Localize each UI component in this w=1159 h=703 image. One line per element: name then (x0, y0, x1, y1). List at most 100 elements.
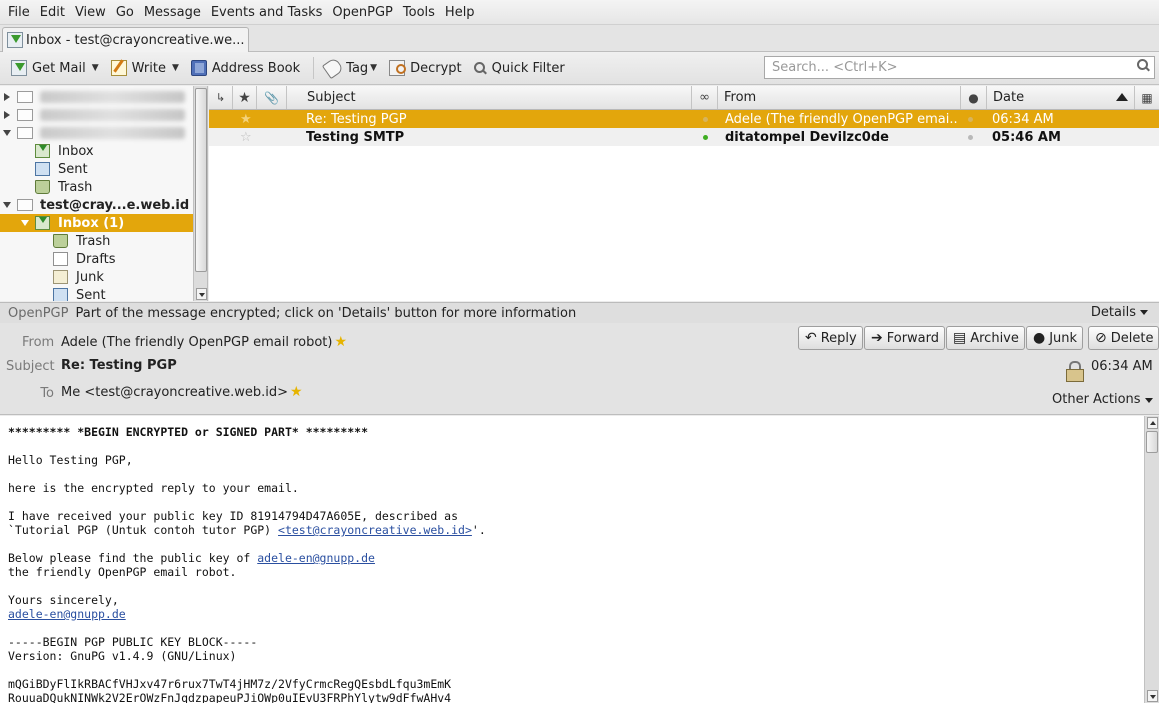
message-row[interactable]: ☆ Testing SMTP ditatompel Devilzc0de 05:… (209, 128, 1159, 146)
inbox-icon (7, 32, 23, 48)
expand-icon[interactable] (4, 93, 10, 101)
tag-dropdown-icon: ▼ (370, 63, 378, 73)
collapse-icon[interactable] (3, 202, 11, 208)
star-icon[interactable]: ★ (334, 334, 347, 350)
column-picker-icon[interactable]: ▦ (1135, 86, 1159, 109)
junk-status-icon[interactable] (968, 134, 973, 140)
folder-inbox-selected[interactable]: Inbox (1) (0, 214, 193, 232)
thread-column-icon[interactable]: ↳ (209, 86, 233, 109)
other-actions-button[interactable]: Other Actions (1052, 392, 1153, 407)
star-empty-icon[interactable]: ☆ (240, 130, 252, 145)
write-dropdown-icon[interactable]: ▼ (172, 63, 179, 73)
junk-status-icon[interactable] (968, 116, 973, 122)
tag-button[interactable]: Tag ▼ (320, 56, 382, 80)
reply-label: Reply (820, 330, 857, 346)
email-link[interactable]: adele-en@gnupp.de (8, 607, 126, 621)
menu-message[interactable]: Message (139, 5, 206, 20)
search-icon[interactable] (1137, 59, 1150, 72)
drafts-icon (53, 252, 68, 266)
menu-view[interactable]: View (70, 5, 111, 20)
date-label: Date (993, 90, 1025, 105)
collapse-icon[interactable] (3, 130, 11, 136)
search-placeholder: Search... <Ctrl+K> (772, 60, 898, 75)
reply-button[interactable]: ↶ Reply (798, 326, 863, 350)
folder-trash-2[interactable]: Trash (0, 232, 193, 250)
read-status-icon[interactable] (703, 116, 708, 122)
scrollbar-thumb[interactable] (195, 88, 207, 272)
encryption-lock-icon[interactable] (1066, 361, 1084, 382)
menu-go[interactable]: Go (111, 5, 139, 20)
search-input[interactable]: Search... <Ctrl+K> (764, 56, 1155, 79)
junk-button[interactable]: ● Junk (1026, 326, 1084, 350)
quick-filter-button[interactable]: Quick Filter (469, 59, 570, 78)
menu-events-and-tasks[interactable]: Events and Tasks (206, 5, 328, 20)
delete-label: Delete (1110, 330, 1154, 346)
scroll-up-button[interactable] (1147, 417, 1158, 429)
get-mail-icon (11, 60, 27, 76)
account-test[interactable]: test@cray...e.web.id (0, 196, 193, 214)
attachment-column-icon[interactable]: 📎 (257, 86, 287, 109)
account-row-hidden-3[interactable] (0, 124, 193, 142)
folder-label: Sent (58, 161, 88, 177)
other-actions-label: Other Actions (1052, 392, 1141, 407)
write-label: Write (131, 60, 166, 76)
get-mail-button[interactable]: Get Mail ▼ (6, 58, 104, 78)
menu-tools[interactable]: Tools (398, 5, 440, 20)
menu-openpgp[interactable]: OpenPGP (327, 5, 397, 20)
collapse-icon[interactable] (21, 220, 29, 226)
column-subject[interactable]: Subject (287, 86, 692, 109)
folder-sent-2[interactable]: Sent (0, 286, 193, 301)
archive-button[interactable]: ▤ Archive (946, 326, 1025, 350)
body-line: the friendly OpenPGP email robot. (8, 565, 237, 579)
folder-inbox[interactable]: Inbox (0, 142, 193, 160)
star-icon[interactable]: ★ (240, 112, 252, 127)
email-link[interactable]: <test@crayoncreative.web.id> (278, 523, 472, 537)
expand-icon[interactable] (4, 111, 10, 119)
to-field[interactable]: Me <test@crayoncreative.web.id> ★ (61, 384, 303, 400)
decrypt-label: Decrypt (410, 60, 462, 76)
decrypt-button[interactable]: Decrypt (384, 58, 467, 78)
write-button[interactable]: Write ▼ (106, 58, 184, 78)
star-column-icon[interactable]: ★ (233, 86, 257, 109)
message-scrollbar[interactable] (1144, 416, 1159, 703)
details-button[interactable]: Details (1091, 305, 1148, 320)
inbox-icon (35, 144, 50, 158)
folder-label: Junk (76, 269, 104, 285)
message-body[interactable]: ********* *BEGIN ENCRYPTED or SIGNED PAR… (0, 416, 1144, 703)
email-link[interactable]: adele-en@gnupp.de (257, 551, 375, 565)
forward-button[interactable]: ➔ Forward (864, 326, 946, 350)
account-row-hidden-1[interactable] (0, 88, 193, 106)
scrollbar-thumb[interactable] (1146, 431, 1158, 453)
star-icon[interactable]: ★ (290, 384, 303, 400)
scroll-down-button[interactable] (1147, 690, 1158, 702)
unread-status-icon[interactable] (703, 134, 708, 140)
folder-drafts[interactable]: Drafts (0, 250, 193, 268)
menu-edit[interactable]: Edit (35, 5, 70, 20)
junk-column-icon[interactable]: ● (961, 86, 987, 109)
body-line: Yours sincerely, (8, 593, 119, 607)
menu-file[interactable]: File (3, 5, 35, 20)
address-book-button[interactable]: Address Book (186, 58, 305, 78)
folder-junk[interactable]: Junk (0, 268, 193, 286)
delete-button[interactable]: ⊘ Delete (1088, 326, 1159, 350)
thread-status-column-icon[interactable]: ∞ (692, 86, 718, 109)
tag-icon (322, 56, 345, 80)
scroll-down-button[interactable] (196, 288, 207, 300)
tab-inbox[interactable]: Inbox - test@crayoncreative.we... (2, 27, 249, 52)
folder-scrollbar[interactable] (193, 86, 207, 301)
junk-flame-icon: ● (1033, 330, 1046, 346)
account-row-hidden-2[interactable] (0, 106, 193, 124)
menu-help[interactable]: Help (440, 5, 480, 20)
folder-trash[interactable]: Trash (0, 178, 193, 196)
from-value: Adele (The friendly OpenPGP email robot) (61, 335, 333, 350)
column-from[interactable]: From (718, 86, 961, 109)
account-icon (17, 91, 33, 103)
folder-label: Inbox (58, 143, 94, 159)
from-field[interactable]: Adele (The friendly OpenPGP email robot)… (61, 334, 347, 350)
column-date[interactable]: Date (987, 86, 1135, 109)
message-from: Adele (The friendly OpenPGP emai... (725, 111, 959, 127)
folder-sent[interactable]: Sent (0, 160, 193, 178)
get-mail-dropdown-icon[interactable]: ▼ (92, 63, 99, 73)
message-row[interactable]: ★ Re: Testing PGP Adele (The friendly Op… (209, 110, 1159, 128)
toolbar-separator (313, 57, 315, 79)
